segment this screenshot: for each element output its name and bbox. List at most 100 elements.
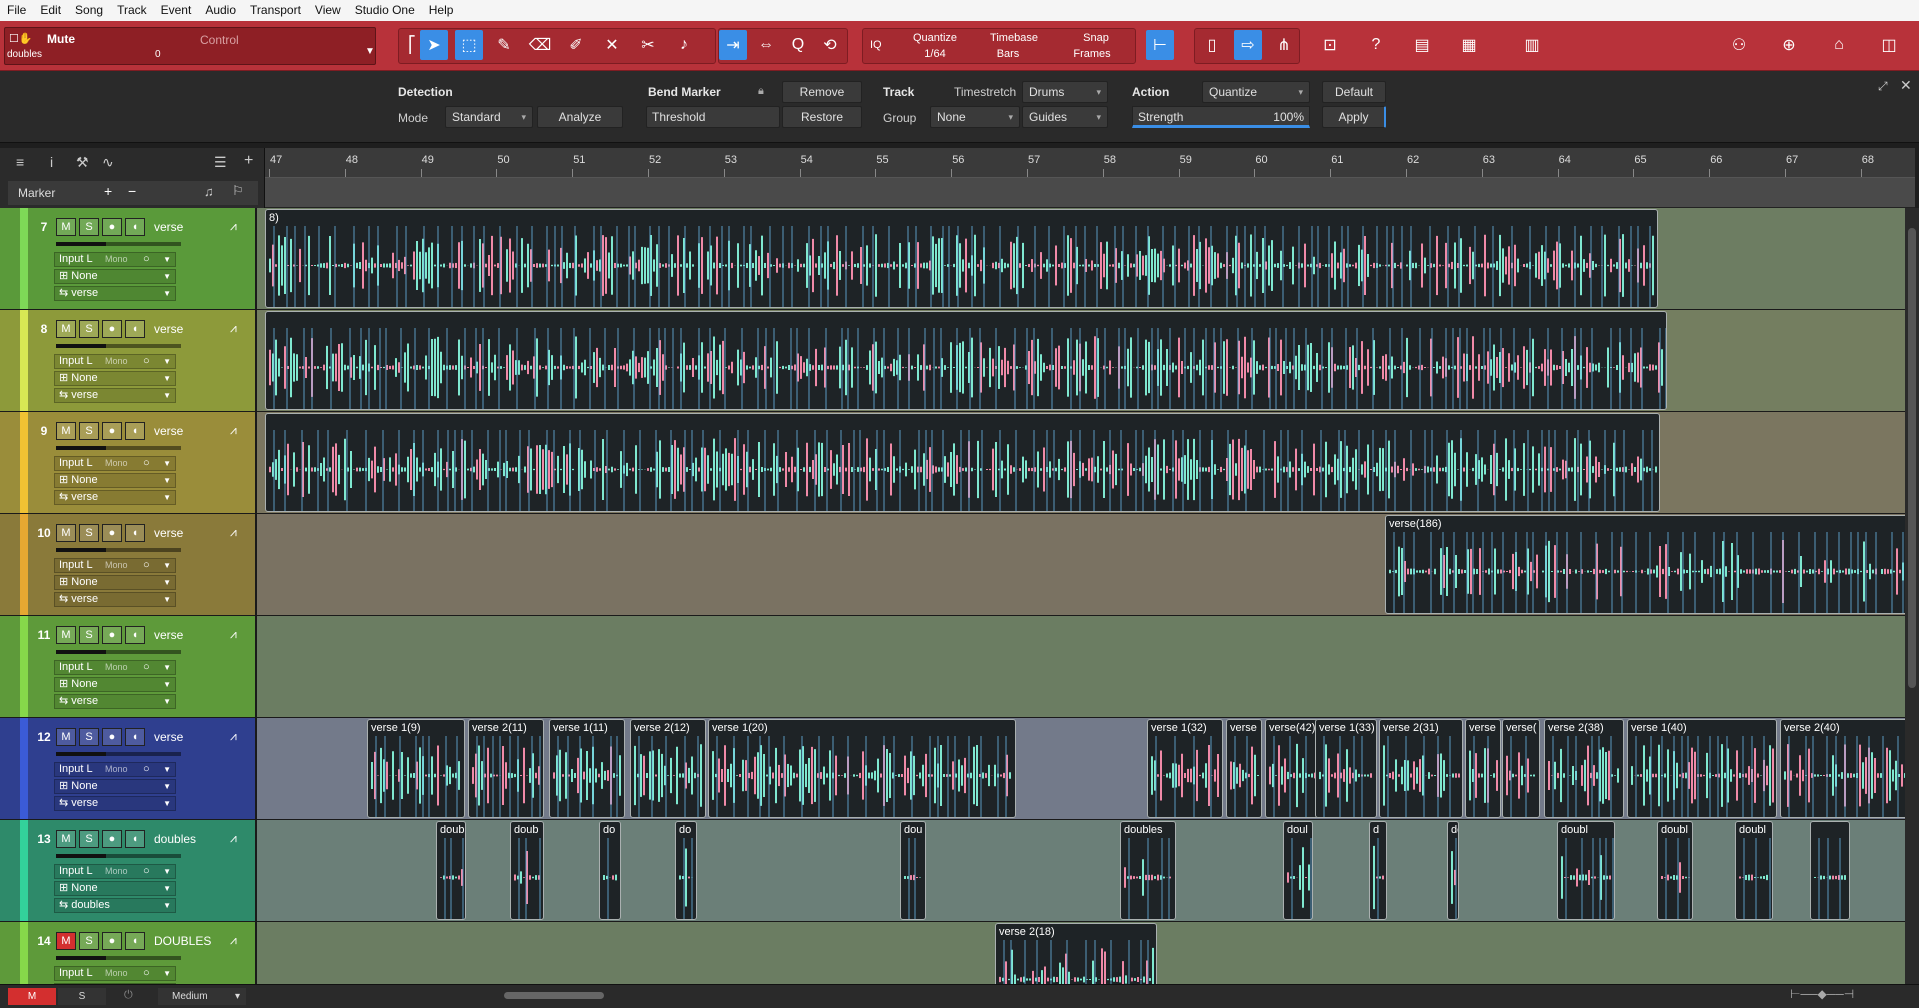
audio-clip[interactable]: verse 1(9) <box>367 719 465 818</box>
mute-button[interactable]: M <box>56 320 76 338</box>
mute-panel[interactable]: ☐✋ Mute doubles Control 0 ▼ <box>4 27 376 65</box>
audio-clip[interactable]: doub <box>436 821 466 920</box>
audio-clip[interactable]: 8) <box>265 209 1658 308</box>
waveform-icon[interactable]: ⩘ <box>230 525 237 540</box>
automation-icon[interactable]: ∿ <box>102 154 114 171</box>
track-name[interactable]: verse <box>154 526 183 540</box>
track-name[interactable]: verse <box>154 628 183 642</box>
audio-clip[interactable] <box>265 311 1667 410</box>
audio-clip[interactable]: doubl <box>1735 821 1773 920</box>
send-select[interactable]: ⊞ None▼ <box>54 269 176 284</box>
home-icon[interactable]: ⌂ <box>1825 30 1853 60</box>
output-select[interactable]: ⇆ verse ▼ <box>54 592 176 607</box>
output-select[interactable]: ⇆ verse ▼ <box>54 490 176 505</box>
input-select[interactable]: Input L Mono ○ ▼ <box>54 456 176 471</box>
menu-item-song[interactable]: Song <box>68 0 110 21</box>
send-select[interactable]: ⊞ None▼ <box>54 575 176 590</box>
record-arm-icon[interactable]: ● <box>102 218 122 236</box>
track-lane[interactable]: doub doub do do dou doubles doul d doubles doubl d… <box>265 820 1915 921</box>
expand-icon[interactable]: ⤢ <box>1878 79 1888 94</box>
timestretch-icon[interactable]: ⇔ <box>752 30 780 60</box>
audio-clip[interactable]: verse 2(18) <box>995 923 1157 988</box>
track-lane[interactable] <box>265 310 1915 411</box>
add-marker-icon[interactable]: + <box>104 183 112 199</box>
track-lane[interactable]: verse 1(9) verse 2(11) verse 1(11) verse 2(… <box>265 718 1915 819</box>
monitor-icon[interactable]: ◖ <box>125 728 145 746</box>
solo-all-button[interactable]: S <box>58 988 106 1005</box>
ripple-icon[interactable]: ⇨ <box>1234 30 1262 60</box>
mute-button[interactable]: M <box>56 422 76 440</box>
mute-button[interactable]: M <box>56 932 76 950</box>
monitor-icon[interactable]: ◖ <box>125 524 145 542</box>
track-header[interactable]: 10 M S ● ◖ verse ⩘ Input L Mono ○ ▼ ⊞ None ▼… <box>0 514 257 615</box>
mute-all-button[interactable]: M <box>8 988 56 1005</box>
horizontal-scrollbar[interactable] <box>272 990 1772 1002</box>
track-name[interactable]: doubles <box>154 832 196 846</box>
audio-clip[interactable]: verse 1(32) <box>1147 719 1223 818</box>
apply-button[interactable]: Apply <box>1322 106 1386 128</box>
input-select[interactable]: Input L Mono ○ ▼ <box>54 762 176 777</box>
remove-marker-icon[interactable]: − <box>128 183 136 199</box>
split-tool-icon[interactable]: ✂ <box>634 30 662 60</box>
mute-tool-icon[interactable]: ✕ <box>598 30 626 60</box>
arrow-tool-icon[interactable]: ➤ <box>420 30 448 60</box>
vertical-scrollbar[interactable] <box>1905 208 1919 984</box>
menu-item-view[interactable]: View <box>308 0 348 21</box>
close-icon[interactable]: ✕ <box>1900 77 1912 94</box>
audio-clip[interactable]: verse 2(40) <box>1780 719 1915 818</box>
monitor-icon[interactable]: ◖ <box>125 218 145 236</box>
track-list-icon[interactable]: ☰ <box>214 154 227 171</box>
input-select[interactable]: Input L Mono ○ ▼ <box>54 864 176 879</box>
eraser-tool-icon[interactable]: ⌫ <box>526 30 554 60</box>
audio-clip[interactable]: verse( <box>1502 719 1540 818</box>
record-arm-icon[interactable]: ● <box>102 728 122 746</box>
menu-item-transport[interactable]: Transport <box>243 0 308 21</box>
record-arm-icon[interactable]: ● <box>102 320 122 338</box>
audio-clip[interactable] <box>265 413 1660 512</box>
threshold-slider[interactable]: Threshold <box>646 106 780 128</box>
output-select[interactable]: ⇆ verse ▼ <box>54 796 176 811</box>
zoom-slider[interactable]: ⊢──◆──⊣ <box>1790 987 1854 1001</box>
mute-button[interactable]: M <box>56 626 76 644</box>
snap-value[interactable]: Frames <box>1062 48 1122 60</box>
record-arm-icon[interactable]: ● <box>102 830 122 848</box>
record-arm-icon[interactable]: ● <box>102 524 122 542</box>
grid-icon[interactable]: ▦ <box>1455 30 1483 60</box>
audio-clip[interactable]: verse 1(33) <box>1315 719 1377 818</box>
waveform-icon[interactable]: ⩘ <box>230 219 237 234</box>
help-icon[interactable]: ? <box>1362 30 1390 60</box>
track-header[interactable]: 11 M S ● ◖ verse ⩘ Input L Mono ○ ▼ ⊞ None ▼… <box>0 616 257 717</box>
send-select[interactable]: ⊞ None▼ <box>54 371 176 386</box>
remove-button[interactable]: Remove <box>782 81 862 103</box>
wrench-icon[interactable]: ⚒ <box>76 154 89 171</box>
mute-button[interactable]: M <box>56 218 76 236</box>
send-select[interactable]: ⊞ None▼ <box>54 779 176 794</box>
screenshot-icon[interactable]: ⊡ <box>1316 30 1344 60</box>
guides-select[interactable]: Guides <box>1022 106 1108 128</box>
audio-clip[interactable]: doubles <box>1447 821 1459 920</box>
menu-item-help[interactable]: Help <box>422 0 461 21</box>
solo-button[interactable]: S <box>79 320 99 338</box>
output-select[interactable]: ⇆ verse ▼ <box>54 388 176 403</box>
quantize-value[interactable]: 1/64 <box>905 48 965 60</box>
audio-clip[interactable]: do <box>675 821 697 920</box>
output-select[interactable]: ⇆ verse ▼ <box>54 286 176 301</box>
waveform-icon[interactable]: ⩘ <box>230 933 237 948</box>
monitor-icon[interactable]: ◖ <box>125 320 145 338</box>
solo-button[interactable]: S <box>79 830 99 848</box>
waveform-icon[interactable]: ⩘ <box>230 627 237 642</box>
solo-button[interactable]: S <box>79 728 99 746</box>
volume-fader[interactable] <box>56 446 181 450</box>
marker-left-icon[interactable]: ▯ <box>1198 30 1226 60</box>
timebase-value[interactable]: Bars <box>978 48 1038 60</box>
audio-clip[interactable]: verse <box>1226 719 1262 818</box>
audio-clip[interactable]: verse(186) <box>1385 515 1915 614</box>
track-name[interactable]: verse <box>154 322 183 336</box>
flag-icon[interactable]: ⚐ <box>232 183 244 199</box>
audio-clip[interactable]: verse(42) <box>1265 719 1319 818</box>
audio-clip[interactable]: verse 1(40) <box>1627 719 1777 818</box>
volume-fader[interactable] <box>56 242 181 246</box>
audio-clip[interactable]: d <box>1369 821 1387 920</box>
volume-fader[interactable] <box>56 956 181 960</box>
waveform-icon[interactable]: ⩘ <box>230 423 237 438</box>
